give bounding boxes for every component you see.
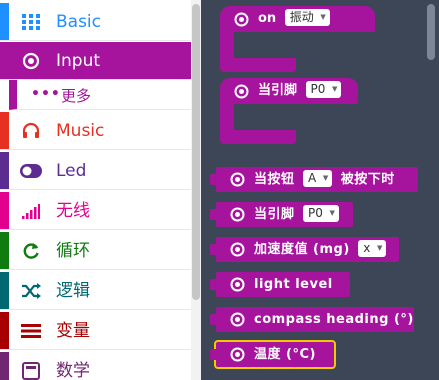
pin-is-pressed-block[interactable]: 当引脚 P0 <box>210 202 353 227</box>
category-stripe <box>0 152 9 189</box>
category-label: 无线 <box>56 201 90 221</box>
refresh-icon <box>20 241 42 261</box>
category-input[interactable]: Input <box>0 42 191 80</box>
toolbox: Basic Input ••• 更多 Music Led 无线 循环 逻辑 变量… <box>0 0 201 380</box>
block-text: 加速度值 (mg) <box>254 242 350 257</box>
toggle-icon <box>20 161 42 181</box>
category-stripe <box>0 42 9 79</box>
category-radio[interactable]: 无线 <box>0 192 191 230</box>
block-output-tab <box>210 349 216 360</box>
category-stripe <box>0 312 9 349</box>
pin-dropdown[interactable]: P0 <box>305 81 342 98</box>
block-text: 当引脚 <box>258 83 298 98</box>
axis-dropdown[interactable]: x <box>358 240 387 257</box>
category-label: Input <box>56 51 101 71</box>
compass-heading-block[interactable]: compass heading (°) <box>210 307 414 332</box>
block-text: light level <box>254 277 333 292</box>
list-bars-icon <box>20 321 42 341</box>
shuffle-icon <box>20 281 42 301</box>
category-label: 循环 <box>56 241 90 261</box>
block-text: 当引脚 <box>254 207 295 222</box>
block-c-mouth <box>234 104 268 130</box>
workspace-scrollbar[interactable] <box>427 4 435 60</box>
block-c-arm <box>220 32 234 58</box>
input-category-icon <box>230 242 245 257</box>
category-label: Music <box>56 121 105 141</box>
light-level-block[interactable]: light level <box>210 272 350 297</box>
category-label: 逻辑 <box>56 281 90 301</box>
on-gesture-block[interactable]: on 振动 <box>220 6 375 72</box>
category-stripe <box>0 112 9 149</box>
hat-block-header: on 振动 <box>220 6 375 32</box>
block-output-tab <box>210 279 216 290</box>
block-c-foot <box>220 130 296 144</box>
block-c-arm <box>220 104 234 130</box>
block-text: 温度 (°C) <box>254 347 316 362</box>
category-stripe <box>0 352 9 380</box>
block-output-tab <box>210 174 216 185</box>
headphones-icon <box>20 121 42 141</box>
category-input-more[interactable]: ••• 更多 <box>9 80 191 110</box>
gesture-dropdown[interactable]: 振动 <box>284 9 330 26</box>
block-c-foot <box>220 58 296 72</box>
category-stripe <box>0 232 9 269</box>
calculator-icon <box>20 361 42 380</box>
block-text: on <box>258 11 277 26</box>
category-math[interactable]: 数学 <box>0 352 191 380</box>
input-category-icon <box>230 207 245 222</box>
temperature-block[interactable]: 温度 (°C) <box>210 340 336 369</box>
on-button-pressed-block[interactable]: 当按钮 A 被按下时 <box>210 167 418 192</box>
input-category-icon <box>230 277 245 292</box>
input-category-icon <box>230 172 245 187</box>
category-label: 变量 <box>56 321 90 341</box>
block-text: 当按钮 <box>254 172 295 187</box>
category-logic[interactable]: 逻辑 <box>0 272 191 310</box>
block-c-mouth <box>234 32 268 58</box>
category-stripe <box>0 3 9 40</box>
pin-dropdown[interactable]: P0 <box>303 205 339 222</box>
input-category-icon <box>234 12 249 27</box>
acceleration-block[interactable]: 加速度值 (mg) x <box>210 237 399 262</box>
block-output-tab <box>210 244 216 255</box>
radio-target-icon <box>20 51 42 71</box>
category-label: Led <box>56 161 87 181</box>
category-variables[interactable]: 变量 <box>0 312 191 350</box>
category-stripe <box>0 272 9 309</box>
category-music[interactable]: Music <box>0 112 191 150</box>
more-dots-icon: ••• <box>31 86 61 102</box>
signal-bars-icon <box>20 201 42 221</box>
input-category-icon <box>234 84 249 99</box>
sub-category-label: 更多 <box>61 87 92 105</box>
hat-block-header: 当引脚 P0 <box>220 78 358 104</box>
block-suffix: 被按下时 <box>340 172 395 187</box>
on-pin-pressed-block[interactable]: 当引脚 P0 <box>220 78 358 144</box>
category-loops[interactable]: 循环 <box>0 232 191 270</box>
input-category-icon <box>230 347 245 362</box>
category-basic[interactable]: Basic <box>0 3 191 41</box>
toolbox-scrollbar-thumb[interactable] <box>192 4 200 300</box>
block-output-tab <box>210 314 216 325</box>
category-label: Basic <box>56 12 102 32</box>
category-label: 数学 <box>56 361 90 380</box>
category-led[interactable]: Led <box>0 152 191 190</box>
category-stripe <box>0 192 9 229</box>
input-category-icon <box>230 312 245 327</box>
block-output-tab <box>210 209 216 220</box>
grid-icon <box>20 12 42 32</box>
button-dropdown[interactable]: A <box>303 170 333 187</box>
block-text: compass heading (°) <box>254 312 414 327</box>
